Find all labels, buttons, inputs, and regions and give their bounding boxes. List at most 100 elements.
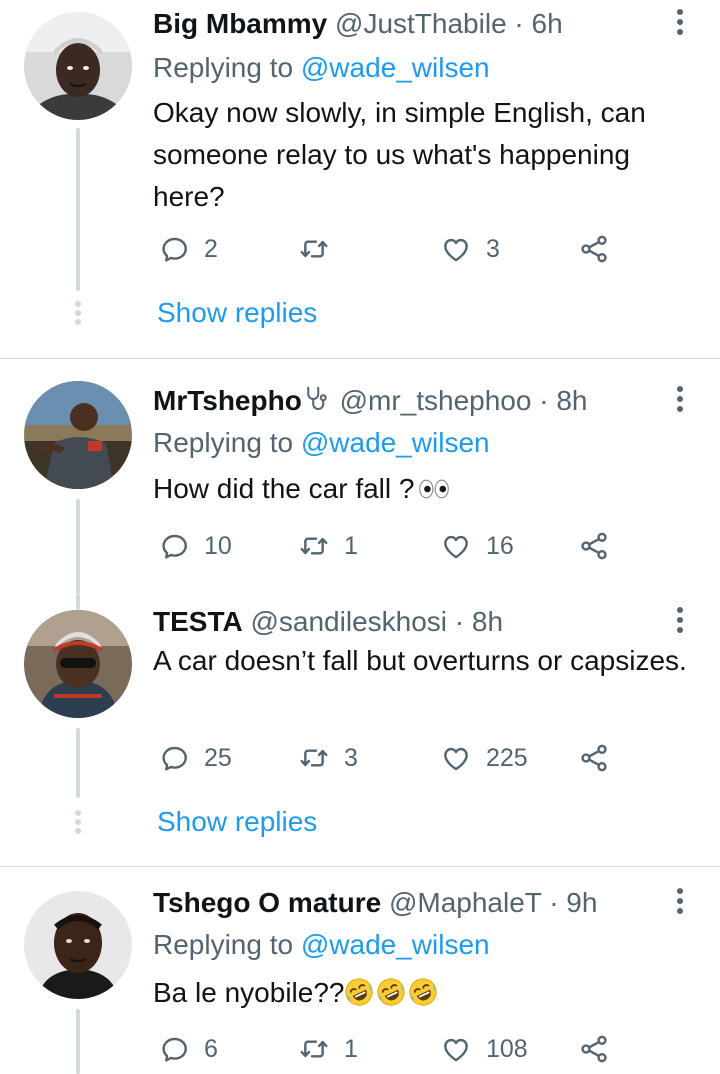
display-name[interactable]: Tshego O mature [153,887,381,918]
like-count: 3 [486,234,500,263]
rofl-emoji-icon [376,977,406,1007]
retweet-count: 1 [344,1034,358,1063]
user-handle[interactable]: @sandileskhosi [250,606,447,637]
more-icon[interactable] [674,888,686,918]
like-button[interactable]: 3 [440,229,500,269]
like-icon [440,530,472,562]
tweet-header: MrTshepho @mr_tshephoo · 8h [153,383,660,419]
share-icon [578,530,610,562]
thread-line [76,728,80,798]
show-replies-link[interactable]: Show replies [157,295,317,331]
like-button[interactable]: 16 [440,526,514,566]
like-button[interactable]: 108 [440,1029,528,1069]
like-count: 16 [486,531,514,560]
thread-gap-dots [74,810,82,837]
display-name[interactable]: TESTA [153,606,243,637]
reply-button[interactable]: 25 [158,738,232,778]
timestamp[interactable]: · 6h [514,8,562,39]
like-icon [440,1033,472,1065]
avatar[interactable] [24,381,132,489]
replying-to: Replying to @wade_wilsen [153,50,490,86]
like-count: 108 [486,1034,528,1063]
thread-line [76,128,80,291]
share-icon [578,742,610,774]
rofl-emoji-icon [408,977,438,1007]
retweet-icon [298,530,330,562]
tweet-text-row: Ba le nyobile?? [153,972,693,1014]
reply-button[interactable]: 6 [158,1029,218,1069]
share-button[interactable] [578,526,610,566]
tweet-text: A car doesn’t fall but overturns or caps… [153,645,687,676]
display-name[interactable]: Big Mbammy [153,8,327,39]
tweet-text: Ba le nyobile?? [153,977,345,1008]
thread-gap-dots [74,301,82,328]
tweet-4[interactable]: Tshego O mature @MaphaleT · 9h Replying … [0,867,720,1074]
eyes-emoji-icon [416,478,452,500]
action-bar: 10 1 16 [158,526,628,566]
share-button[interactable] [578,738,610,778]
avatar[interactable] [24,12,132,120]
tweet-header: TESTA @sandileskhosi · 8h [153,604,660,640]
rofl-emoji-icon [344,977,374,1007]
reply-count: 2 [204,234,218,263]
reply-icon [158,530,190,562]
user-handle[interactable]: @MaphaleT [389,887,541,918]
tweet-header: Big Mbammy @JustThabile · 6h [153,6,660,42]
more-icon[interactable] [674,607,686,637]
retweet-icon [298,742,330,774]
tweet-header: Tshego O mature @MaphaleT · 9h [153,885,660,921]
more-icon[interactable] [674,9,686,39]
thread-line [76,594,80,610]
retweet-count: 3 [344,743,358,772]
share-icon [578,233,610,265]
action-bar: 6 1 108 [158,1029,628,1069]
replying-to: Replying to @wade_wilsen [153,425,490,461]
share-button[interactable] [578,1029,610,1069]
reply-count: 6 [204,1034,218,1063]
retweet-button[interactable]: 1 [298,526,358,566]
tweet-3[interactable]: TESTA @sandileskhosi · 8h A car doesn’t … [0,594,720,866]
action-bar: 25 3 225 [158,738,628,778]
avatar[interactable] [24,891,132,999]
avatar[interactable] [24,610,132,718]
timestamp[interactable]: · 8h [455,606,503,637]
reply-count: 10 [204,531,232,560]
retweet-button[interactable]: 1 [298,1029,358,1069]
display-name[interactable]: MrTshepho [153,385,302,416]
thread-line [76,1009,80,1074]
user-handle[interactable]: @mr_tshephoo [340,385,532,416]
mention-link[interactable]: @wade_wilsen [301,929,490,960]
retweet-icon [298,233,330,265]
replying-prefix: Replying to [153,427,294,458]
retweet-icon [298,1033,330,1065]
retweet-count: 1 [344,531,358,560]
action-bar: 2 3 [158,229,628,269]
reply-icon [158,1033,190,1065]
share-icon [578,1033,610,1065]
timestamp[interactable]: · 8h [539,385,587,416]
more-icon[interactable] [674,386,686,416]
like-count: 225 [486,743,528,772]
reply-button[interactable]: 2 [158,229,218,269]
retweet-button[interactable]: 3 [298,738,358,778]
reply-icon [158,742,190,774]
replying-prefix: Replying to [153,52,294,83]
retweet-button[interactable] [298,229,344,269]
tweet-2[interactable]: MrTshepho @mr_tshephoo · 8h Replying to … [0,359,720,594]
like-button[interactable]: 225 [440,738,528,778]
reply-icon [158,233,190,265]
tweet-1[interactable]: Big Mbammy @JustThabile · 6h Replying to… [0,0,720,358]
thread-line [76,499,80,594]
mention-link[interactable]: @wade_wilsen [301,427,490,458]
like-icon [440,233,472,265]
share-button[interactable] [578,229,610,269]
mention-link[interactable]: @wade_wilsen [301,52,490,83]
show-replies-link[interactable]: Show replies [157,804,317,840]
tweet-text: Okay now slowly, in simple English, can … [153,97,646,212]
timestamp[interactable]: · 9h [549,887,597,918]
replying-prefix: Replying to [153,929,294,960]
reply-button[interactable]: 10 [158,526,232,566]
user-handle[interactable]: @JustThabile [335,8,507,39]
replying-to: Replying to @wade_wilsen [153,927,490,963]
reply-count: 25 [204,743,232,772]
